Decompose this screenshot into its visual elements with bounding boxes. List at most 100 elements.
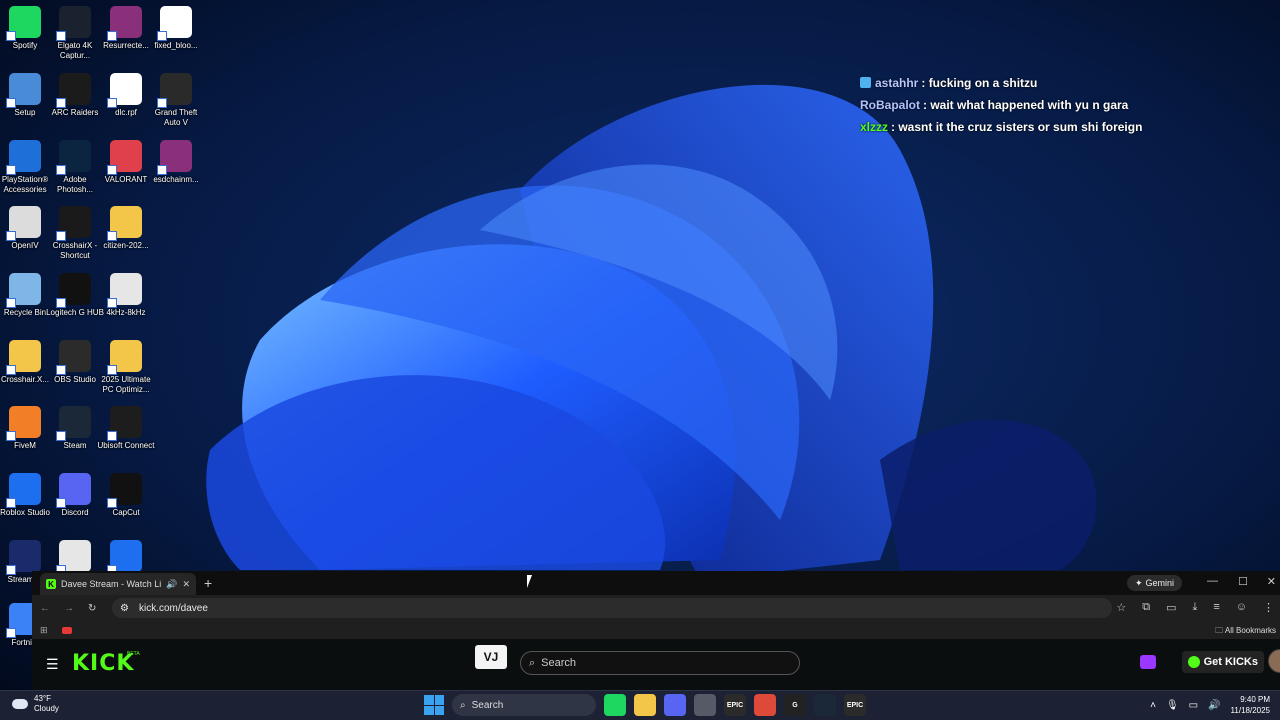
- kick-favicon-icon: K: [46, 579, 56, 589]
- roblox-studio-icon: [6, 473, 41, 508]
- setup-icon: [6, 73, 41, 108]
- profile-icon[interactable]: ☺: [1236, 601, 1247, 614]
- bookmark-star-icon[interactable]: ☆: [1116, 601, 1126, 614]
- get-kicks-button[interactable]: Get KICKs: [1181, 651, 1264, 673]
- kick-logo[interactable]: KICK: [72, 651, 134, 676]
- desktop-icon[interactable]: FiveM: [0, 406, 50, 451]
- steam-taskbar-icon[interactable]: [814, 694, 836, 716]
- chat-username[interactable]: astahhr: [875, 76, 918, 90]
- desktop-icon[interactable]: PlayStation® Accessories: [0, 140, 50, 195]
- gemini-sparkle-icon: ✦: [1134, 577, 1143, 588]
- desktop-icon-label: CapCut: [112, 508, 140, 517]
- weather-widget[interactable]: 43°F Cloudy: [12, 694, 59, 714]
- desktop-icon[interactable]: esdchainm...: [151, 140, 201, 185]
- desktop-icon[interactable]: dlc.rpf: [101, 73, 151, 118]
- apps-grid-icon[interactable]: ⊞: [40, 625, 48, 636]
- all-bookmarks-button[interactable]: 🗀 All Bookmarks: [1215, 625, 1276, 639]
- desktop-icon[interactable]: 4kHz-8kHz: [101, 273, 151, 318]
- kick-search-input[interactable]: ⌕ Search: [520, 651, 800, 675]
- volume-icon[interactable]: 🔊: [1208, 700, 1220, 711]
- gemini-button[interactable]: ✦ Gemini: [1126, 575, 1182, 591]
- desktop-icon[interactable]: 2025 Ultimate PC Optimiz...: [101, 340, 151, 395]
- desktop-icon[interactable]: citizen-202...: [101, 206, 151, 251]
- forward-icon[interactable]: →: [64, 603, 74, 614]
- desktop-icon[interactable]: [50, 540, 100, 575]
- discord-taskbar-icon[interactable]: [664, 694, 686, 716]
- chrome-taskbar-icon[interactable]: [754, 694, 776, 716]
- epic-games-2-taskbar-icon[interactable]: EPIC: [844, 694, 866, 716]
- cast-icon[interactable]: ▭: [1166, 601, 1176, 614]
- address-bar[interactable]: ⚙ kick.com/davee: [112, 598, 1112, 618]
- site-info-icon[interactable]: ⚙: [120, 603, 129, 614]
- avatar[interactable]: [1268, 649, 1280, 673]
- desktop-icon[interactable]: CapCut: [101, 473, 151, 518]
- chat-username[interactable]: RoBapalot: [860, 98, 920, 112]
- close-tab-icon[interactable]: ✕: [182, 579, 190, 590]
- desktop-icon[interactable]: Roblox Studio: [0, 473, 50, 518]
- desktop-icon[interactable]: Grand Theft Auto V: [151, 73, 201, 128]
- desktop-icon[interactable]: Setup: [0, 73, 50, 118]
- desktop-icon[interactable]: [101, 540, 151, 575]
- desktop-icon[interactable]: Steam: [50, 406, 100, 451]
- desktop-icon[interactable]: OBS Studio: [50, 340, 100, 385]
- kick-navbar: ☰ KICK BETA VJ ⌕ Search Get KICKs: [32, 639, 1280, 690]
- file-icon: [157, 6, 192, 41]
- desktop-icon[interactable]: CrosshairX - Shortcut: [50, 206, 100, 261]
- close-window-icon[interactable]: ✕: [1267, 575, 1276, 588]
- extensions-icon[interactable]: ⧉: [1142, 601, 1150, 614]
- search-icon: ⌕: [529, 656, 536, 669]
- desktop-icon[interactable]: Spotify: [0, 6, 50, 51]
- desktop-icon[interactable]: Crosshair.X...: [0, 340, 50, 385]
- taskbar-search[interactable]: ⌕ Search: [452, 694, 596, 716]
- menu-icon[interactable]: ⋮: [1263, 601, 1274, 614]
- desktop-icon[interactable]: Discord: [50, 473, 100, 518]
- reload-icon[interactable]: ↻: [88, 603, 96, 614]
- start-button[interactable]: [424, 695, 444, 715]
- microphone-icon[interactable]: 🎙: [1166, 700, 1179, 711]
- cloud-icon: [12, 699, 28, 709]
- desktop-icon-label: 2025 Ultimate PC Optimiz...: [101, 375, 151, 394]
- new-tab-button[interactable]: +: [204, 575, 212, 591]
- spotify-taskbar-icon[interactable]: [604, 694, 626, 716]
- task-app-taskbar-icon[interactable]: [694, 694, 716, 716]
- desktop-icon[interactable]: Elgato 4K Captur...: [50, 6, 100, 61]
- speaker-icon[interactable]: 🔊: [166, 579, 177, 590]
- hamburger-menu-icon[interactable]: ☰: [46, 656, 59, 673]
- mouse-cursor: [527, 575, 537, 588]
- network-icon[interactable]: ▭: [1189, 700, 1198, 711]
- desktop-icon-label: Grand Theft Auto V: [154, 108, 198, 127]
- desktop-icon[interactable]: Ubisoft Connect: [98, 406, 154, 451]
- openiv-icon: [6, 206, 41, 241]
- back-icon[interactable]: ←: [40, 603, 50, 614]
- desktop-icon[interactable]: OpenIV: [0, 206, 50, 251]
- desktop-icon[interactable]: Resurrecte...: [101, 6, 151, 51]
- desktop-icon[interactable]: ARC Raiders: [50, 73, 100, 118]
- desktop-icon[interactable]: Logitech G HUB: [46, 273, 104, 318]
- clock[interactable]: 9:40 PM 11/18/2025: [1231, 694, 1270, 716]
- chat-message: xlzzz: wasnt it the cruz sisters or sum …: [860, 118, 1142, 140]
- capcut-icon: [107, 473, 142, 508]
- notifications-icon[interactable]: [1140, 655, 1156, 669]
- maximize-icon[interactable]: ☐: [1238, 575, 1248, 588]
- bookmarks-bar: ⊞ 🗀 All Bookmarks: [32, 621, 1280, 639]
- logitech-taskbar-icon[interactable]: G: [784, 694, 806, 716]
- chevron-up-icon[interactable]: ˄: [1150, 700, 1156, 711]
- search-icon: ⌕: [460, 699, 466, 711]
- media-icon[interactable]: ≡: [1213, 601, 1219, 614]
- chat-username[interactable]: xlzzz: [860, 120, 888, 134]
- desktop-icon-label: esdchainm...: [153, 175, 199, 184]
- desktop-icon[interactable]: VALORANT: [101, 140, 151, 185]
- folder-icon: [107, 340, 142, 375]
- download-icon[interactable]: ⤓: [1192, 601, 1197, 614]
- vj-logo-icon[interactable]: VJ: [475, 645, 507, 669]
- desktop-icon[interactable]: Recycle Bin: [0, 273, 50, 318]
- desktop-icon[interactable]: Adobe Photosh...: [50, 140, 100, 195]
- desktop-icon-label: Ubisoft Connect: [97, 441, 155, 450]
- file-explorer-taskbar-icon[interactable]: [634, 694, 656, 716]
- desktop-icon[interactable]: fixed_bloo...: [151, 6, 201, 51]
- taskbar-search-label: Search: [471, 699, 504, 711]
- youtube-bookmark-icon[interactable]: [61, 626, 72, 634]
- epic-games-taskbar-icon[interactable]: EPIC: [724, 694, 746, 716]
- minimize-icon[interactable]: —: [1207, 575, 1218, 587]
- browser-tab[interactable]: K Davee Stream - Watch Live 🔊 ✕: [40, 573, 196, 595]
